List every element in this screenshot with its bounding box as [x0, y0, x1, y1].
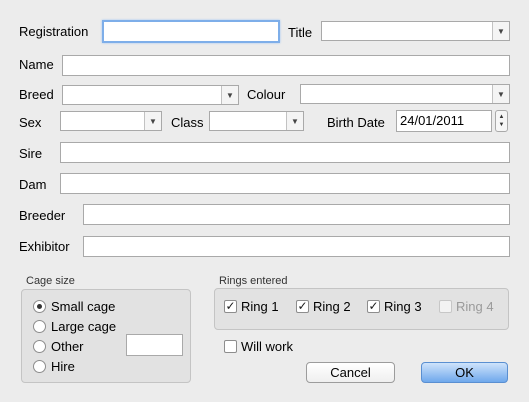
ring-4-label: Ring 4	[456, 299, 494, 314]
stepper-icon[interactable]: ▲ ▼	[495, 110, 508, 132]
cancel-button[interactable]: Cancel	[306, 362, 395, 383]
chevron-down-icon[interactable]: ▼	[286, 112, 303, 130]
exhibitor-label: Exhibitor	[19, 239, 70, 254]
radio-hire[interactable]	[33, 360, 46, 373]
radio-large-cage-label[interactable]: Large cage	[51, 319, 116, 335]
will-work-checkbox[interactable]	[224, 340, 237, 353]
sex-combo[interactable]: ▼	[60, 111, 162, 131]
colour-combo[interactable]: ▼	[300, 84, 510, 104]
registration-input[interactable]	[102, 20, 280, 43]
checkmark-icon[interactable]: ✓	[367, 300, 380, 313]
will-work-label[interactable]: Will work	[241, 339, 293, 355]
ring-4-checkbox[interactable]	[439, 300, 452, 313]
sire-input[interactable]	[60, 142, 510, 163]
ring-2-label[interactable]: Ring 2	[313, 299, 351, 315]
radio-other-label[interactable]: Other	[51, 339, 84, 355]
rings-entered-title: Rings entered	[219, 275, 288, 287]
sire-label: Sire	[19, 146, 43, 161]
registration-label: Registration	[19, 24, 89, 39]
title-label: Title	[288, 25, 313, 40]
name-label: Name	[19, 57, 54, 72]
title-combo[interactable]: ▼	[321, 21, 510, 41]
birth-date-label: Birth Date	[327, 115, 385, 130]
name-input[interactable]	[62, 55, 510, 76]
radio-small-cage[interactable]	[33, 300, 46, 313]
sex-label: Sex	[19, 115, 42, 130]
class-label: Class	[171, 115, 204, 130]
dam-input[interactable]	[60, 173, 510, 194]
dam-label: Dam	[19, 177, 47, 192]
cage-size-title: Cage size	[26, 275, 75, 287]
chevron-down-icon[interactable]: ▼	[144, 112, 161, 130]
checkmark-icon[interactable]: ✓	[296, 300, 309, 313]
ring-3-label[interactable]: Ring 3	[384, 299, 422, 315]
breeder-label: Breeder	[19, 208, 66, 223]
breed-combo[interactable]: ▼	[62, 85, 239, 105]
class-combo[interactable]: ▼	[209, 111, 304, 131]
chevron-down-icon[interactable]: ▼	[492, 22, 509, 40]
colour-label: Colour	[247, 87, 286, 102]
radio-other[interactable]	[33, 340, 46, 353]
birth-date-input[interactable]: 24/01/2011	[396, 110, 492, 132]
exhibitor-input[interactable]	[83, 236, 510, 257]
chevron-down-icon[interactable]: ▼	[492, 85, 509, 103]
radio-small-cage-label[interactable]: Small cage	[51, 299, 115, 315]
other-size-input[interactable]	[126, 334, 183, 356]
breed-label: Breed	[19, 87, 54, 102]
breeder-input[interactable]	[83, 204, 510, 225]
radio-large-cage[interactable]	[33, 320, 46, 333]
checkmark-icon[interactable]: ✓	[224, 300, 237, 313]
ok-button[interactable]: OK	[421, 362, 508, 383]
chevron-down-icon[interactable]: ▼	[221, 86, 238, 104]
radio-hire-label[interactable]: Hire	[51, 359, 75, 375]
ring-1-label[interactable]: Ring 1	[241, 299, 279, 315]
